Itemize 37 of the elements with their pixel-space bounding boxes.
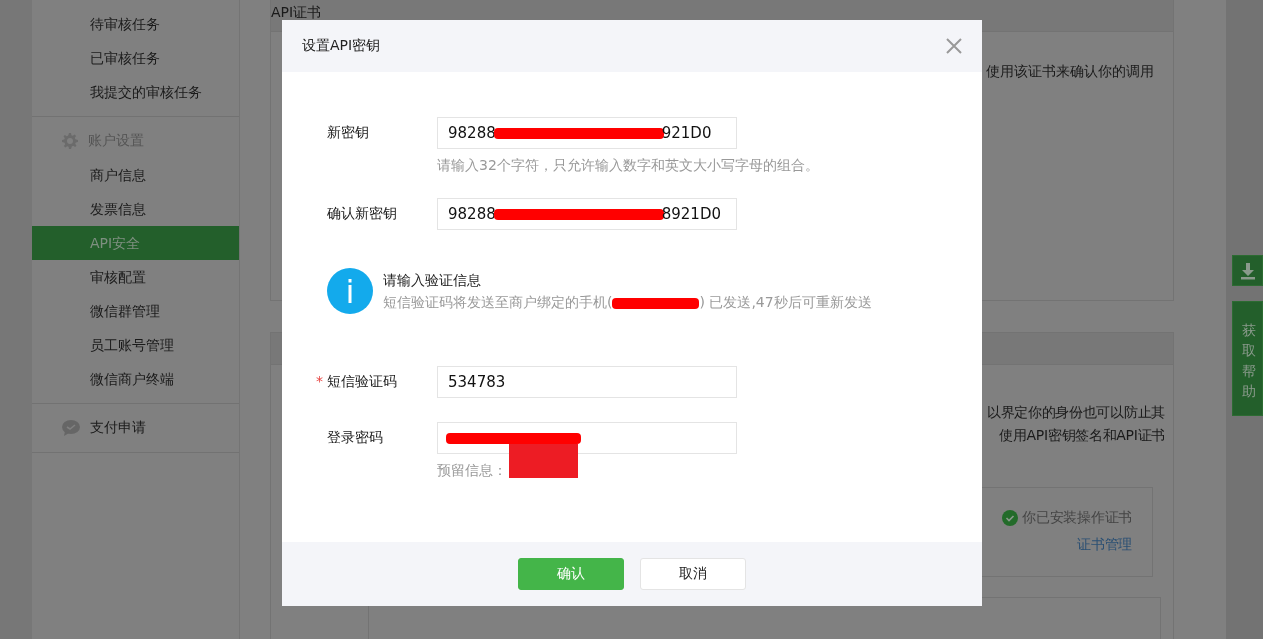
- close-icon[interactable]: [946, 38, 962, 54]
- sidebar-item[interactable]: 已审核任务: [32, 41, 239, 75]
- field-label: 新密钥: [327, 124, 370, 142]
- info-icon: [327, 268, 373, 314]
- panel-text: 使用该证书来确认你的调用: [986, 63, 1154, 81]
- certificate-link[interactable]: 证书管理: [1077, 533, 1132, 556]
- notice-title: 请输入验证信息: [383, 272, 482, 290]
- dialog-title: 设置API密钥: [302, 37, 381, 55]
- sidebar-item[interactable]: 微信商户终端: [32, 362, 239, 396]
- download-button[interactable]: [1232, 255, 1263, 286]
- notice-text: 短信验证码将发送至商户绑定的手机( ) 已发送,47秒后可重新发送: [383, 294, 872, 312]
- panel-title: API证书: [271, 3, 322, 22]
- panel-text: 以界定你的身份也可以防止其: [986, 403, 1165, 422]
- help-button[interactable]: 获取帮助: [1232, 301, 1263, 417]
- sidebar-item[interactable]: API安全: [32, 226, 239, 260]
- sidebar-item[interactable]: 发票信息: [32, 192, 239, 226]
- required-mark: *: [316, 373, 323, 389]
- input-field[interactable]: 534783: [437, 366, 737, 398]
- sidebar-item[interactable]: 微信群管理: [32, 294, 239, 328]
- sidebar-item[interactable]: 我提交的审核任务: [32, 75, 239, 109]
- confirm-button[interactable]: 确认: [518, 558, 624, 590]
- sidebar-item[interactable]: 待审核任务: [32, 7, 239, 41]
- sidebar-item[interactable]: 商户信息: [32, 158, 239, 192]
- field-label: 登录密码: [327, 429, 384, 447]
- download-icon: [1238, 261, 1257, 280]
- chat-icon: [62, 420, 80, 436]
- input-field[interactable]: [437, 422, 737, 454]
- field-hint: 预留信息：: [437, 462, 982, 480]
- panel-text: 使用API密钥签名和API证书: [999, 426, 1165, 445]
- section-header: 支付申请: [90, 419, 146, 437]
- field-hint: 请输入32个字符，只允许输入数字和英文大小写字母的组合。: [437, 157, 820, 175]
- status-text: 你已安装操作证书: [1022, 508, 1132, 527]
- cancel-button[interactable]: 取消: [640, 558, 746, 590]
- sidebar-item[interactable]: 审核配置: [32, 260, 239, 294]
- check-icon: [1002, 509, 1019, 526]
- sidebar-item[interactable]: 员工账号管理: [32, 328, 239, 362]
- field-label: 确认新密钥: [327, 205, 398, 223]
